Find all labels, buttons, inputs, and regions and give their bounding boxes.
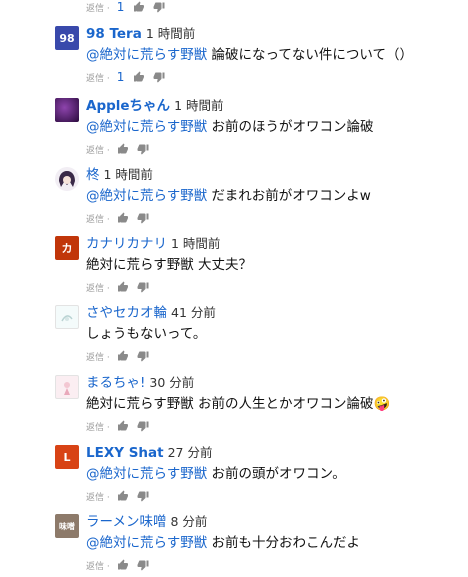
thumbs-up-icon[interactable] [117, 143, 129, 155]
avatar[interactable]: 味噌 [55, 514, 79, 538]
avatar[interactable] [55, 375, 79, 399]
comment-body: お前の頭がオワコン。 [207, 466, 346, 482]
thumbs-down-icon[interactable] [137, 143, 149, 155]
comment-actions: 返信 · 1 [86, 0, 173, 14]
comment-actions: 返信 · [86, 419, 157, 433]
comment-text: 絶対に荒らす野獣 大丈夫？ [86, 255, 252, 275]
like-count: 1 [116, 70, 125, 84]
author-name[interactable]: 98 Tera [86, 26, 142, 42]
reply-button[interactable]: 返信 · [86, 350, 110, 363]
thumbs-down-icon[interactable] [153, 71, 165, 83]
thumbs-up-icon[interactable] [133, 71, 145, 83]
timestamp[interactable]: 8 分前 [170, 514, 207, 529]
anime-avatar-icon [56, 168, 78, 190]
comment-actions: 返信 · [86, 142, 157, 156]
comment-header: 98 Tera 1 時間前 [86, 23, 195, 44]
reply-button[interactable]: 返信 · [86, 490, 110, 503]
thumbs-down-icon[interactable] [137, 281, 149, 293]
comment-text: @絶対に荒らす野獣 お前も十分おわこんだよ [86, 533, 360, 553]
comment-header: Appleちゃん 1 時間前 [86, 95, 224, 116]
thumbs-down-icon[interactable] [137, 559, 149, 571]
thumbs-down-icon[interactable] [137, 420, 149, 432]
timestamp[interactable]: 1 時間前 [171, 236, 220, 251]
avatar[interactable]: L [55, 445, 79, 469]
author-name[interactable]: まるちゃ! [86, 375, 145, 391]
comment-actions: 返信 · 1 [86, 70, 173, 84]
reply-button[interactable]: 返信 · [86, 71, 110, 84]
timestamp[interactable]: 27 分前 [168, 445, 213, 460]
comment-header: さやセカオ輪 41 分前 [86, 302, 216, 323]
comment-text: @絶対に荒らす野獣 お前の頭がオワコン。 [86, 464, 346, 484]
reply-button[interactable]: 返信 · [86, 212, 110, 225]
comment-header: 柊 1 時間前 [86, 164, 153, 185]
comment-text: 絶対に荒らす野獣 お前の人生とかオワコン論破🤪 [86, 394, 390, 414]
mention-link[interactable]: @絶対に荒らす野獣 [86, 119, 207, 135]
author-name[interactable]: LEXY Shat [86, 445, 164, 461]
comment-body: 絶対に荒らす野獣 大丈夫？ [86, 257, 253, 273]
comment-text: @絶対に荒らす野獣 だまれお前がオワコンよw [86, 186, 371, 206]
mention-link[interactable]: @絶対に荒らす野獣 [86, 47, 207, 63]
thumbs-down-icon[interactable] [137, 212, 149, 224]
comment-actions: 返信 · [86, 489, 157, 503]
reply-button[interactable]: 返信 · [86, 420, 110, 433]
thumbs-up-icon[interactable] [117, 350, 129, 362]
comment-header: カナリカナリ 1 時間前 [86, 233, 220, 254]
timestamp[interactable]: 1 時間前 [174, 98, 223, 113]
timestamp[interactable]: 1 時間前 [146, 26, 195, 41]
comment-header: ラーメン味噌 8 分前 [86, 511, 207, 532]
comment-body: しょうもないって。 [86, 326, 207, 342]
comment-body: 論破になってない件について（） [207, 47, 413, 63]
thumbs-up-icon[interactable] [117, 212, 129, 224]
comment-actions: 返信 · [86, 558, 157, 572]
thumbs-up-icon[interactable] [117, 281, 129, 293]
avatar[interactable]: 98 [55, 26, 79, 50]
author-name[interactable]: 柊 [86, 167, 100, 183]
thumbs-up-icon[interactable] [117, 420, 129, 432]
reply-button[interactable]: 返信 · [86, 559, 110, 572]
illustration-avatar-icon [61, 315, 73, 322]
comment-text: @絶対に荒らす野獣 論破になってない件について（） [86, 45, 413, 65]
timestamp[interactable]: 1 時間前 [104, 167, 153, 182]
comment-header: まるちゃ! 30 分前 [86, 372, 194, 393]
avatar[interactable] [55, 98, 79, 122]
illustration-avatar-icon [64, 382, 70, 395]
like-count: 1 [116, 0, 125, 14]
thumbs-down-icon[interactable] [137, 490, 149, 502]
avatar[interactable] [55, 167, 79, 191]
author-name[interactable]: Appleちゃん [86, 98, 170, 114]
comment-actions: 返信 · [86, 349, 157, 363]
comment-text: しょうもないって。 [86, 324, 206, 344]
thumbs-down-icon[interactable] [153, 1, 165, 13]
thumbs-up-icon[interactable] [117, 559, 129, 571]
avatar[interactable] [55, 305, 79, 329]
comment-body: だまれお前がオワコンよw [207, 188, 371, 204]
comment-actions: 返信 · [86, 280, 157, 294]
thumbs-up-icon[interactable] [117, 490, 129, 502]
reply-button[interactable]: 返信 · [86, 143, 110, 156]
comment-text: @絶対に荒らす野獣 お前のほうがオワコン論破 [86, 117, 374, 137]
mention-link[interactable]: @絶対に荒らす野獣 [86, 535, 207, 551]
comment-actions: 返信 · [86, 211, 157, 225]
timestamp[interactable]: 30 分前 [149, 375, 194, 390]
author-name[interactable]: カナリカナリ [86, 236, 167, 252]
reply-button[interactable]: 返信 · [86, 1, 110, 14]
mention-link[interactable]: @絶対に荒らす野獣 [86, 466, 207, 482]
mention-link[interactable]: @絶対に荒らす野獣 [86, 188, 207, 204]
reply-button[interactable]: 返信 · [86, 281, 110, 294]
comment-header: LEXY Shat 27 分前 [86, 442, 213, 463]
author-name[interactable]: ラーメン味噌 [86, 514, 166, 530]
thumbs-down-icon[interactable] [137, 350, 149, 362]
comment-body: お前のほうがオワコン論破 [207, 119, 374, 135]
author-name[interactable]: さやセカオ輪 [86, 305, 167, 321]
thumbs-up-icon[interactable] [133, 1, 145, 13]
avatar[interactable]: カ [55, 236, 79, 260]
comment-body: お前も十分おわこんだよ [207, 535, 361, 551]
timestamp[interactable]: 41 分前 [171, 305, 216, 320]
comment-body: 絶対に荒らす野獣 お前の人生とかオワコン論破🤪 [86, 396, 391, 412]
